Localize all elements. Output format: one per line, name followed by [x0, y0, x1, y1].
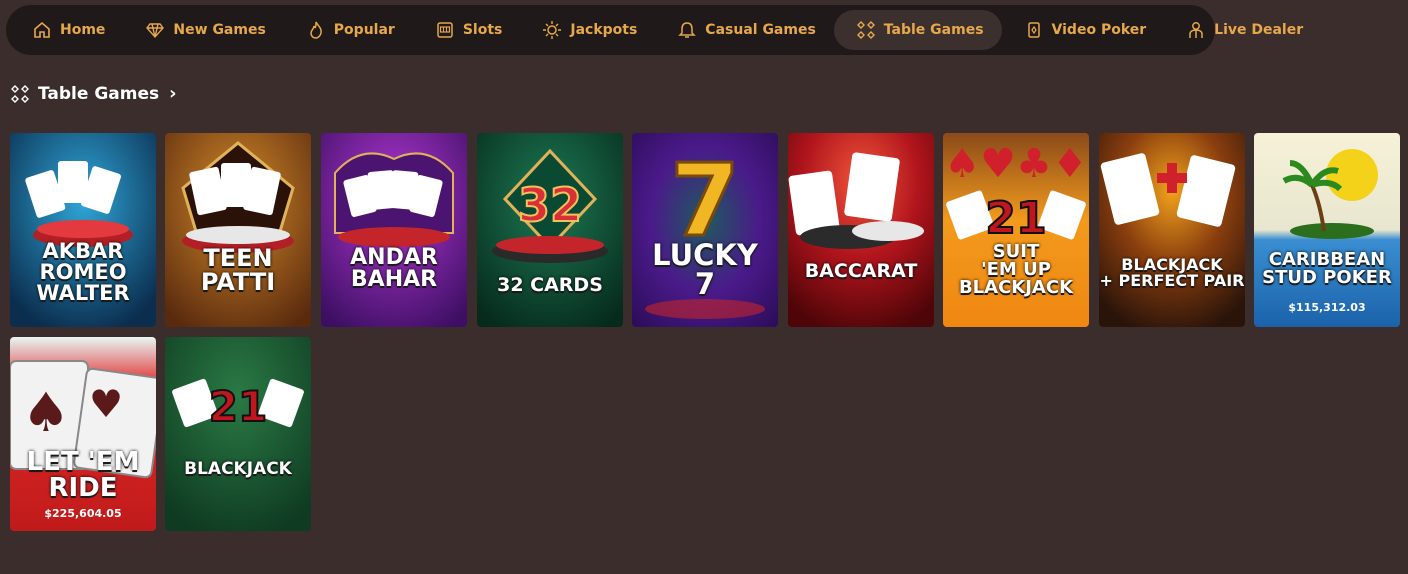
- nav-item-table-games[interactable]: Table Games: [833, 10, 1002, 50]
- category-nav: Home New Games Popular Slots Jackpots Ca…: [6, 5, 1303, 55]
- nav-item-label: Jackpots: [570, 22, 638, 38]
- nav-item-label: Slots: [462, 22, 503, 38]
- svg-text:21: 21: [985, 193, 1046, 244]
- game-title: LET 'EM RIDE: [26, 447, 140, 503]
- section-title: Table Games: [38, 83, 160, 104]
- game-tile[interactable]: BACCARAT: [788, 133, 934, 327]
- card-icon: [1027, 22, 1040, 38]
- game-tile[interactable]: ♠ ♥ LET 'EM RIDE $225,604.05: [10, 337, 156, 531]
- flame-icon: [310, 21, 322, 39]
- svg-text:32: 32: [518, 178, 582, 232]
- svg-text:21: 21: [209, 382, 267, 431]
- game-artwork: [788, 133, 934, 327]
- nav-item-label: Home: [60, 22, 106, 38]
- svg-text:♠♥♣♦: ♠♥♣♦: [944, 141, 1087, 187]
- nav-item-new-games[interactable]: New Games: [123, 10, 283, 50]
- nav-item-live-dealer[interactable]: Live Dealer: [1164, 10, 1321, 50]
- jackpot-amount: $225,604.05: [44, 507, 122, 520]
- svg-text:♥: ♥: [89, 382, 123, 426]
- bell-icon: [678, 22, 697, 38]
- nav-item-slots[interactable]: Slots: [413, 10, 521, 50]
- nav-item-label: Video Poker: [1051, 22, 1147, 38]
- nav-item-label: Live Dealer: [1214, 22, 1304, 38]
- diamond-icon: [146, 23, 165, 39]
- game-artwork: [165, 133, 311, 327]
- slot-machine-icon: [437, 22, 453, 38]
- jackpot-icon: [543, 21, 562, 39]
- game-tile[interactable]: ANDAR BAHAR: [321, 133, 467, 327]
- game-title: 32 CARDS: [497, 274, 603, 296]
- game-artwork: [321, 133, 467, 327]
- game-tile[interactable]: 32 32 CARDS: [477, 133, 623, 327]
- nav-item-label: Table Games: [883, 22, 984, 38]
- game-tile[interactable]: BLACKJACK + PERFECT PAIR: [1099, 133, 1245, 327]
- game-tile[interactable]: 21 BLACKJACK: [165, 337, 311, 531]
- game-title: AKBAR ROMEO WALTER: [36, 239, 130, 305]
- game-tile[interactable]: AKBAR ROMEO WALTER: [10, 133, 156, 327]
- nav-item-label: Casual Games: [705, 22, 816, 38]
- svg-text:♠: ♠: [22, 381, 70, 444]
- game-artwork: 32: [477, 133, 623, 327]
- game-title: BLACKJACK: [184, 459, 292, 479]
- game-artwork: [1254, 133, 1400, 327]
- game-title: SUIT 'EM UP BLACKJACK: [958, 241, 1074, 298]
- game-grid: AKBAR ROMEO WALTER TEEN PATTI ANDAR BAHA: [10, 133, 1400, 533]
- chevron-right-icon: ›: [169, 83, 177, 104]
- game-tile[interactable]: CARIBBEAN STUD POKER $115,312.03: [1254, 133, 1400, 327]
- game-tile[interactable]: TEEN PATTI: [165, 133, 311, 327]
- table-games-icon: [856, 21, 875, 39]
- nav-item-home[interactable]: Home: [10, 10, 123, 50]
- table-games-icon: [11, 84, 29, 103]
- game-title: BLACKJACK + PERFECT PAIR: [1099, 255, 1245, 290]
- game-title: BACCARAT: [804, 260, 918, 282]
- nav-item-video-poker[interactable]: Video Poker: [1002, 10, 1165, 50]
- game-title: CARIBBEAN STUD POKER: [1262, 249, 1392, 288]
- game-tile[interactable]: 7 LUCKY 7: [632, 133, 778, 327]
- game-artwork: [1099, 133, 1245, 327]
- section-header[interactable]: Table Games ›: [10, 83, 177, 104]
- game-artwork: 21: [165, 337, 311, 531]
- nav-item-jackpots[interactable]: Jackpots: [520, 10, 655, 50]
- game-title: TEEN PATTI: [200, 244, 276, 296]
- game-title: LUCKY 7: [652, 238, 758, 301]
- game-tile[interactable]: ♠♥♣♦ 21 SUIT 'EM UP BLACKJACK: [943, 133, 1089, 327]
- nav-item-casual-games[interactable]: Casual Games: [655, 10, 834, 50]
- nav-item-label: Popular: [333, 22, 395, 38]
- nav-item-popular[interactable]: Popular: [284, 10, 413, 50]
- game-title: ANDAR BAHAR: [350, 245, 438, 292]
- dealer-icon: [1189, 22, 1203, 38]
- jackpot-amount: $115,312.03: [1288, 301, 1366, 314]
- nav-item-label: New Games: [173, 22, 266, 38]
- home-icon: [34, 21, 50, 38]
